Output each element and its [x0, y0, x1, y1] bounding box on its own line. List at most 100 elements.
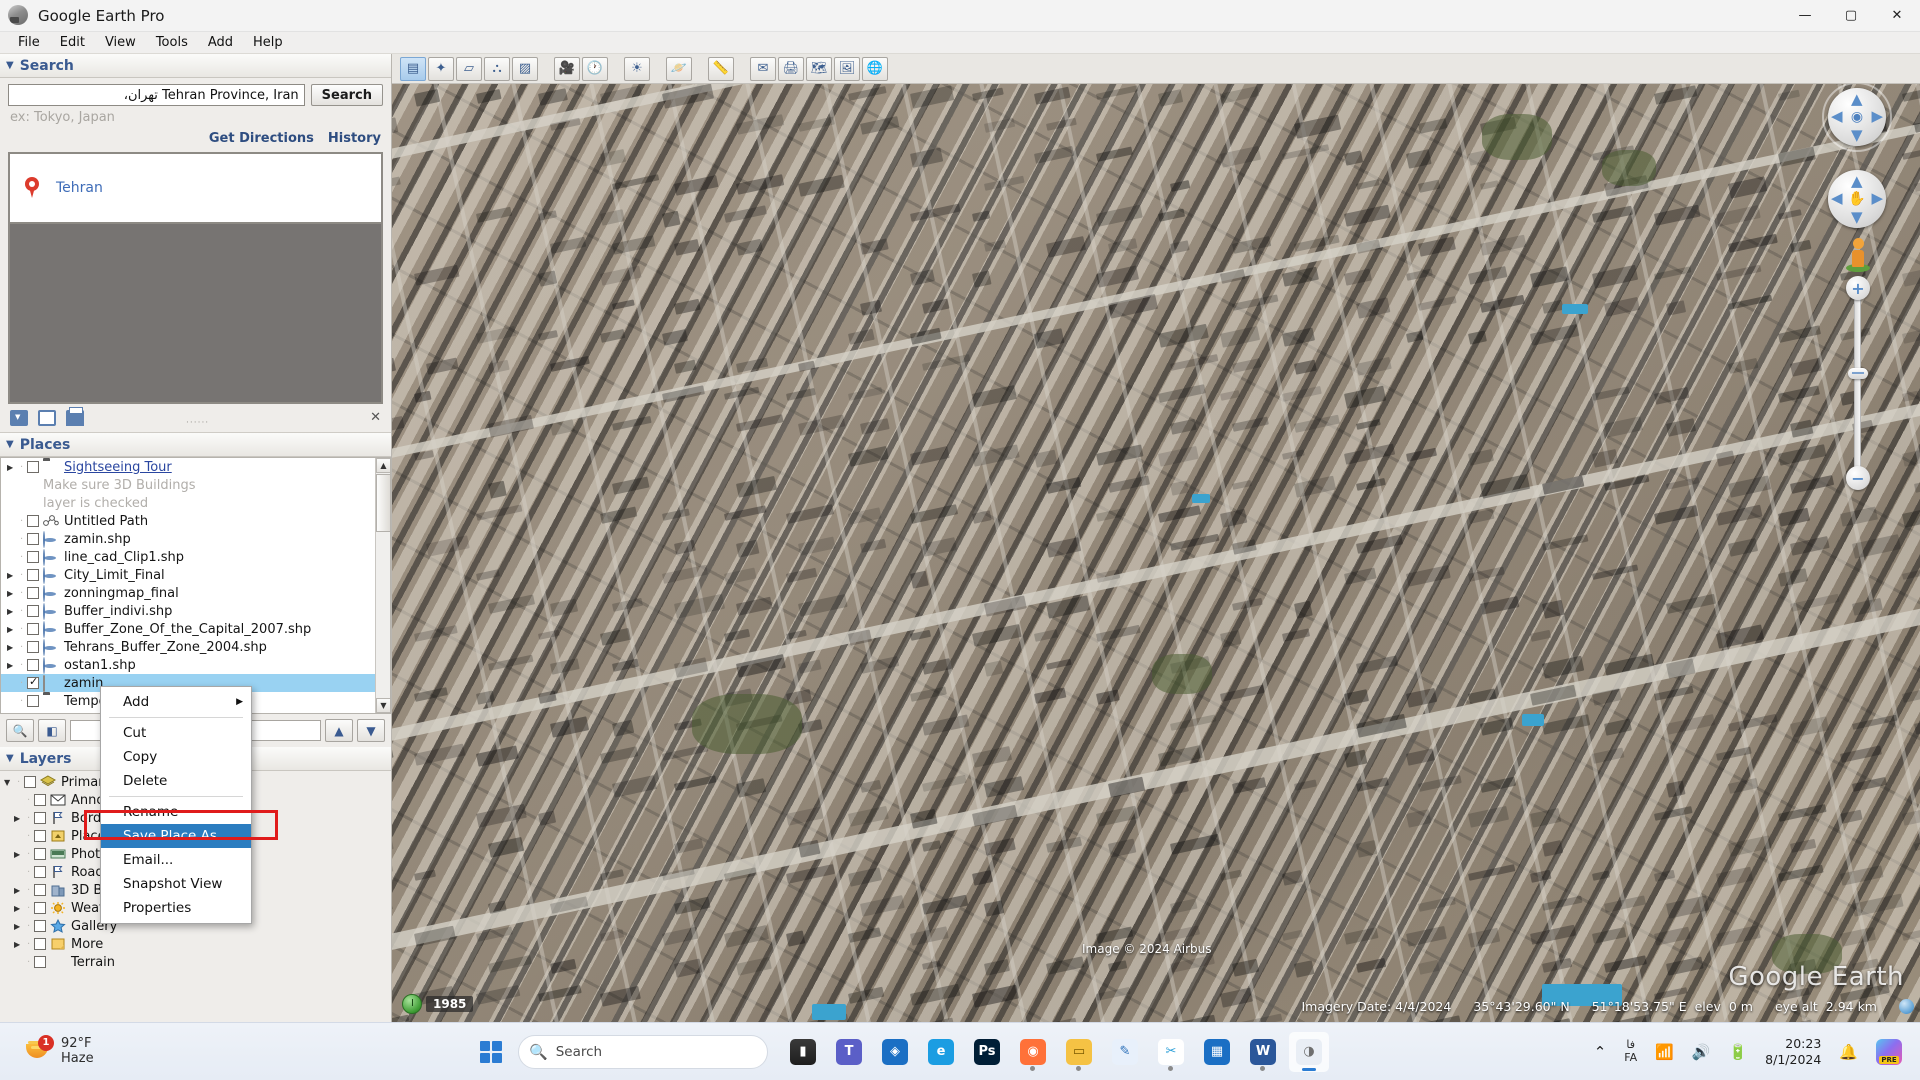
zoom-slider-thumb[interactable] [1848, 368, 1868, 379]
taskbar-app-file-explorer[interactable]: ▭ [1059, 1032, 1099, 1072]
taskbar-app-snipping-tool[interactable]: ✂ [1151, 1032, 1191, 1072]
move-left-arrow-icon[interactable]: ◀ [1831, 189, 1843, 207]
search-result-item[interactable]: Tehran [8, 152, 383, 224]
view-in-maps-icon[interactable]: 🗺 [806, 56, 832, 81]
expand-arrow-icon[interactable]: ▶ [7, 679, 20, 688]
item-checkbox[interactable] [27, 675, 39, 689]
item-checkbox[interactable] [27, 605, 39, 617]
globe-icon[interactable]: 🌐 [862, 56, 888, 81]
expand-arrow-icon[interactable]: ▶ [7, 607, 20, 616]
expand-arrow-icon[interactable]: ▶ [7, 571, 20, 580]
context-menu-item[interactable]: Copy [101, 745, 251, 769]
search-places-icon[interactable]: 🔍 [6, 719, 34, 742]
expand-arrow-icon[interactable]: ▶ [7, 463, 20, 472]
history-link[interactable]: History [328, 131, 381, 146]
layer-checkbox[interactable] [34, 812, 46, 824]
taskbar-app-design-app[interactable]: ✎ [1105, 1032, 1145, 1072]
opacity-toggle-icon[interactable]: ◧ [38, 719, 66, 742]
zoom-out-button[interactable]: − [1846, 466, 1870, 490]
zoom-slider-track[interactable] [1854, 284, 1861, 474]
get-directions-link[interactable]: Get Directions [209, 131, 314, 146]
taskbar-app-word[interactable]: W [1243, 1032, 1283, 1072]
places-item[interactable]: layer is checked [1, 494, 390, 512]
context-menu-item[interactable]: Delete [101, 769, 251, 793]
satellite-imagery[interactable] [392, 54, 1920, 1022]
layer-checkbox[interactable] [34, 902, 46, 914]
map-view[interactable]: N ▲ ▼ ◀ ▶ ◉ ▲ ▼ ◀ ▶ ✋ + − [392, 54, 1920, 1022]
context-menu-item[interactable]: Add ▶ [101, 690, 251, 714]
look-down-arrow-icon[interactable]: ▼ [1851, 126, 1863, 144]
places-item[interactable]: ▶ · line_cad_Clip1.shp [1, 548, 390, 566]
places-item[interactable]: ▶ · Sightseeing Tour [1, 458, 390, 476]
scroll-down-button[interactable]: ▼ [376, 698, 390, 713]
collapse-triangle-icon[interactable]: ▼ [6, 439, 14, 450]
print-results-icon[interactable] [66, 407, 84, 426]
add-polygon-icon[interactable]: ▱ [456, 56, 482, 81]
layer-checkbox[interactable] [34, 884, 46, 896]
item-checkbox[interactable] [27, 461, 39, 473]
minimize-button[interactable]: — [1782, 0, 1828, 32]
notifications-bell-icon[interactable]: 🔔 [1839, 1043, 1858, 1061]
add-image-overlay-icon[interactable]: ▨ [512, 56, 538, 81]
places-scrollbar[interactable]: ▲ ▼ [375, 458, 390, 713]
taskbar-app-photoshop[interactable]: Ps [967, 1032, 1007, 1072]
save-to-places-icon[interactable] [10, 410, 28, 426]
wifi-icon[interactable]: 📶 [1655, 1043, 1674, 1061]
scrollbar-thumb[interactable] [376, 474, 390, 532]
volume-icon[interactable]: 🔊 [1692, 1043, 1711, 1061]
layer-checkbox[interactable] [34, 956, 46, 968]
menu-tools[interactable]: Tools [146, 33, 198, 52]
expand-arrow-icon[interactable]: ▶ [7, 697, 20, 706]
context-menu-item[interactable]: Rename [101, 800, 251, 824]
expand-arrow-icon[interactable]: ▶ [14, 904, 27, 913]
expand-arrow-icon[interactable]: ▶ [7, 643, 20, 652]
item-checkbox[interactable] [27, 695, 39, 707]
sunlight-icon[interactable]: ☀ [624, 56, 650, 81]
move-joystick[interactable]: ▲ ▼ ◀ ▶ ✋ [1828, 170, 1886, 228]
collapse-triangle-icon[interactable]: ▼ [6, 753, 14, 764]
toggle-sidebar-icon[interactable]: ▤ [400, 56, 426, 81]
start-button-icon[interactable] [480, 1040, 502, 1063]
menu-file[interactable]: File [8, 33, 50, 52]
context-menu-item[interactable]: Properties [101, 896, 251, 920]
record-tour-icon[interactable]: 🎥 [554, 56, 580, 81]
layer-checkbox[interactable] [34, 866, 46, 878]
places-tree[interactable]: ▶ · Sightseeing Tour Make sure 3D Buildi… [0, 457, 391, 714]
expand-arrow-icon[interactable]: ▶ [7, 625, 20, 634]
language-indicator[interactable]: فا FA [1624, 1039, 1637, 1063]
move-down-arrow-icon[interactable]: ▼ [1851, 208, 1863, 226]
layer-checkbox[interactable] [24, 776, 36, 788]
item-checkbox[interactable] [27, 569, 39, 581]
item-checkbox[interactable] [27, 623, 39, 635]
item-checkbox[interactable] [27, 587, 39, 599]
context-menu-item[interactable]: Snapshot View [101, 872, 251, 896]
menu-add[interactable]: Add [198, 33, 243, 52]
places-item[interactable]: ▶ · Buffer_Zone_Of_the_Capital_2007.shp [1, 620, 390, 638]
copy-results-icon[interactable] [38, 410, 56, 426]
taskbar-app-google-earth-pro[interactable]: ◑ [1289, 1031, 1329, 1072]
copilot-icon[interactable]: PRE [1876, 1038, 1902, 1065]
historical-imagery-icon[interactable]: 🕐 [582, 56, 608, 81]
scroll-up-button[interactable]: ▲ [376, 458, 390, 473]
expand-arrow-icon[interactable]: ▶ [14, 958, 27, 967]
clock[interactable]: 20:23 8/1/2024 [1765, 1036, 1821, 1067]
search-input[interactable] [8, 84, 305, 106]
layer-checkbox[interactable] [34, 920, 46, 932]
item-checkbox[interactable] [27, 641, 39, 653]
move-up-button[interactable]: ▲ [325, 719, 353, 742]
close-button[interactable]: ✕ [1874, 0, 1920, 32]
menu-view[interactable]: View [95, 33, 146, 52]
maximize-button[interactable]: ▢ [1828, 0, 1874, 32]
history-clock-icon[interactable] [402, 994, 422, 1014]
places-item[interactable]: ▶ · ostan1.shp [1, 656, 390, 674]
context-menu-item[interactable]: Cut [101, 721, 251, 745]
places-item[interactable]: ▶ · Buffer_indivi.shp [1, 602, 390, 620]
layer-checkbox[interactable] [34, 848, 46, 860]
historical-imagery-bar[interactable]: 1985 [402, 994, 474, 1014]
taskbar-app-microsoft-store[interactable]: ▦ [1197, 1032, 1237, 1072]
places-item[interactable]: ▶ · Tehrans_Buffer_Zone_2004.shp [1, 638, 390, 656]
eye-icon[interactable]: ◉ [1846, 106, 1868, 128]
context-menu-item[interactable]: Email... [101, 848, 251, 872]
expand-arrow-icon[interactable]: ▶ [14, 940, 27, 949]
expand-arrow-icon[interactable]: ▶ [7, 517, 20, 526]
